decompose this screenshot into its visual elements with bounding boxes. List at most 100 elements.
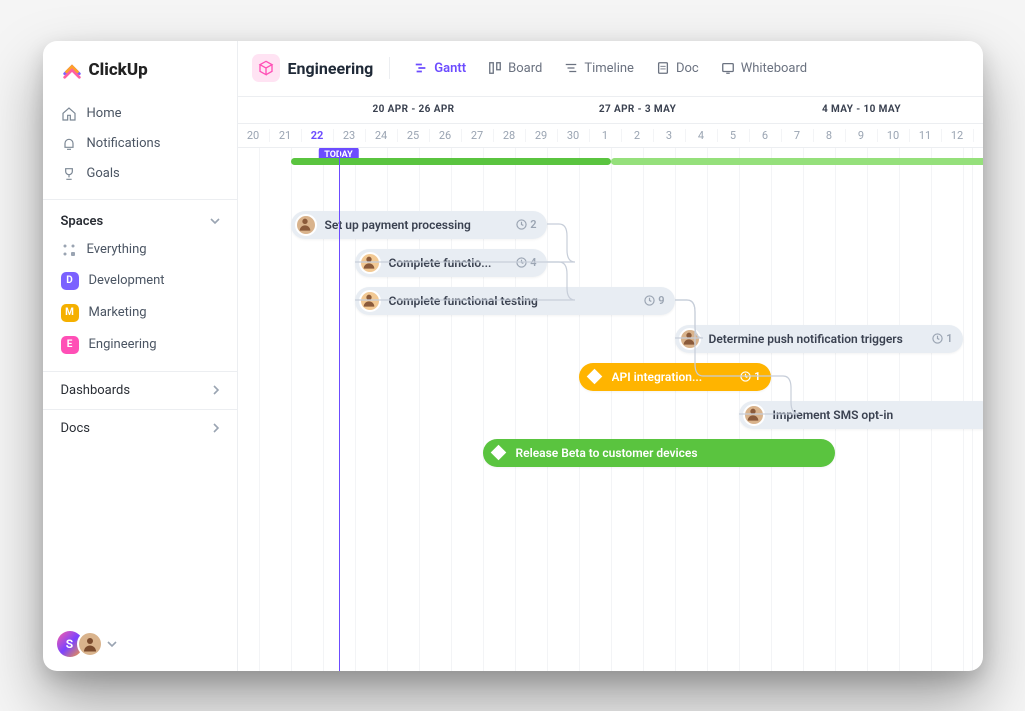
home-icon — [61, 106, 77, 122]
day-cell[interactable]: 3 — [654, 129, 686, 142]
view-tab-doc[interactable]: Doc — [648, 56, 707, 81]
day-cell[interactable]: 24 — [366, 129, 398, 142]
nav-label: Notifications — [87, 136, 161, 151]
nav-home[interactable]: Home — [53, 99, 227, 129]
task-bar[interactable]: Complete functional testing9 — [355, 287, 675, 315]
view-tab-timeline[interactable]: Timeline — [556, 56, 642, 81]
task-name: Implement SMS opt-in — [773, 408, 894, 422]
space-name: Engineering — [288, 59, 374, 78]
brand[interactable]: ClickUp — [43, 55, 237, 99]
day-cell[interactable]: 26 — [430, 129, 462, 142]
view-tab-label: Whiteboard — [741, 61, 807, 76]
sidebar-item-label: Engineering — [89, 337, 157, 352]
task-bar[interactable]: Set up payment processing2 — [291, 211, 547, 239]
spaces-header[interactable]: Spaces — [43, 208, 237, 235]
day-cell[interactable]: 10 — [878, 129, 910, 142]
sidebar-link-dashboards[interactable]: Dashboards — [43, 371, 237, 409]
view-tab-label: Doc — [676, 61, 699, 76]
user-menu[interactable]: S — [57, 631, 117, 657]
nav-label: Goals — [87, 166, 120, 181]
subtask-count: 1 — [740, 370, 760, 383]
subtask-count: 9 — [644, 294, 664, 307]
primary-nav: Home Notifications Goals — [43, 99, 237, 189]
task-row[interactable]: API integration...1 — [579, 362, 771, 392]
sidebar-item-engineering[interactable]: E Engineering — [53, 329, 227, 361]
sidebar-link-label: Docs — [61, 421, 90, 436]
avatar — [743, 404, 765, 426]
task-bar[interactable]: Implement SMS opt-in — [739, 401, 983, 429]
sidebar-item-everything[interactable]: Everything — [53, 235, 227, 265]
day-cell[interactable]: 27 — [462, 129, 494, 142]
avatar — [679, 328, 701, 350]
sidebar-link-docs[interactable]: Docs — [43, 409, 237, 447]
board-icon — [488, 61, 502, 75]
brand-name: ClickUp — [89, 60, 148, 80]
task-row[interactable]: Release Beta to customer devices — [483, 438, 835, 468]
day-cell[interactable]: 8 — [814, 129, 846, 142]
today-marker — [339, 148, 340, 671]
day-cell[interactable]: 23 — [334, 129, 366, 142]
day-cell[interactable]: 21 — [270, 129, 302, 142]
week-label: 20 APR - 26 APR — [302, 104, 526, 115]
chevron-right-icon — [211, 423, 221, 433]
chevron-right-icon — [211, 385, 221, 395]
divider — [389, 57, 390, 79]
sidebar-item-marketing[interactable]: M Marketing — [53, 297, 227, 329]
doc-icon — [656, 61, 670, 75]
task-name: Complete functio... — [389, 256, 492, 270]
view-tab-label: Board — [508, 61, 542, 76]
day-row: 2021222324252627282930123456789101112 — [238, 123, 983, 147]
task-bar[interactable]: Determine push notification triggers1 — [675, 325, 963, 353]
day-cell[interactable]: 5 — [718, 129, 750, 142]
bell-icon — [61, 136, 77, 152]
view-tab-board[interactable]: Board — [480, 56, 550, 81]
day-cell[interactable]: 12 — [942, 129, 974, 142]
sidebar-link-label: Dashboards — [61, 383, 131, 398]
task-bar[interactable]: Complete functio...4 — [355, 249, 547, 277]
view-tab-label: Timeline — [584, 61, 634, 76]
day-cell[interactable]: 6 — [750, 129, 782, 142]
task-bar[interactable]: Release Beta to customer devices — [483, 439, 835, 467]
day-cell[interactable]: 29 — [526, 129, 558, 142]
nav-goals[interactable]: Goals — [53, 159, 227, 189]
trophy-icon — [61, 166, 77, 182]
task-row[interactable]: Implement SMS opt-in — [739, 400, 983, 430]
gantt-icon — [414, 61, 428, 75]
avatar — [359, 252, 381, 274]
view-tab-whiteboard[interactable]: Whiteboard — [713, 56, 815, 81]
task-name: Determine push notification triggers — [709, 332, 903, 346]
task-row[interactable]: Set up payment processing2 — [291, 210, 547, 240]
nav-notifications[interactable]: Notifications — [53, 129, 227, 159]
toolbar: Engineering Gantt Board Timeline Doc — [238, 41, 983, 97]
cube-icon — [252, 54, 280, 82]
grid-icon — [61, 242, 77, 258]
view-tab-label: Gantt — [434, 61, 466, 76]
space-chip[interactable]: Engineering — [252, 54, 374, 82]
task-bar[interactable]: API integration...1 — [579, 363, 771, 391]
sidebar-item-development[interactable]: D Development — [53, 265, 227, 297]
day-cell[interactable]: 1 — [590, 129, 622, 142]
day-cell[interactable]: 9 — [846, 129, 878, 142]
view-tab-gantt[interactable]: Gantt — [406, 56, 474, 81]
day-cell[interactable]: 28 — [494, 129, 526, 142]
day-cell[interactable]: 11 — [910, 129, 942, 142]
day-cell[interactable]: 7 — [782, 129, 814, 142]
day-cell[interactable]: 25 — [398, 129, 430, 142]
task-row[interactable]: Complete functional testing9 — [355, 286, 675, 316]
day-cell[interactable]: 20 — [238, 129, 270, 142]
progress-remaining — [611, 158, 983, 165]
day-cell[interactable]: 22 — [302, 129, 334, 142]
sidebar: ClickUp Home Notifications Goals Spaces … — [43, 41, 238, 671]
app-window: ClickUp Home Notifications Goals Spaces … — [43, 41, 983, 671]
day-cell[interactable]: 2 — [622, 129, 654, 142]
week-row: 20 APR - 26 APR27 APR - 3 MAY4 MAY - 10 … — [238, 97, 983, 123]
day-cell[interactable]: 30 — [558, 129, 590, 142]
avatar — [77, 631, 103, 657]
milestone-icon — [586, 369, 602, 385]
gantt-chart[interactable]: TODAYSet up payment processing2Complete … — [238, 148, 983, 671]
space-badge: D — [61, 272, 79, 290]
task-row[interactable]: Complete functio...4 — [355, 248, 547, 278]
task-row[interactable]: Determine push notification triggers1 — [675, 324, 963, 354]
timeline-icon — [564, 61, 578, 75]
day-cell[interactable]: 4 — [686, 129, 718, 142]
